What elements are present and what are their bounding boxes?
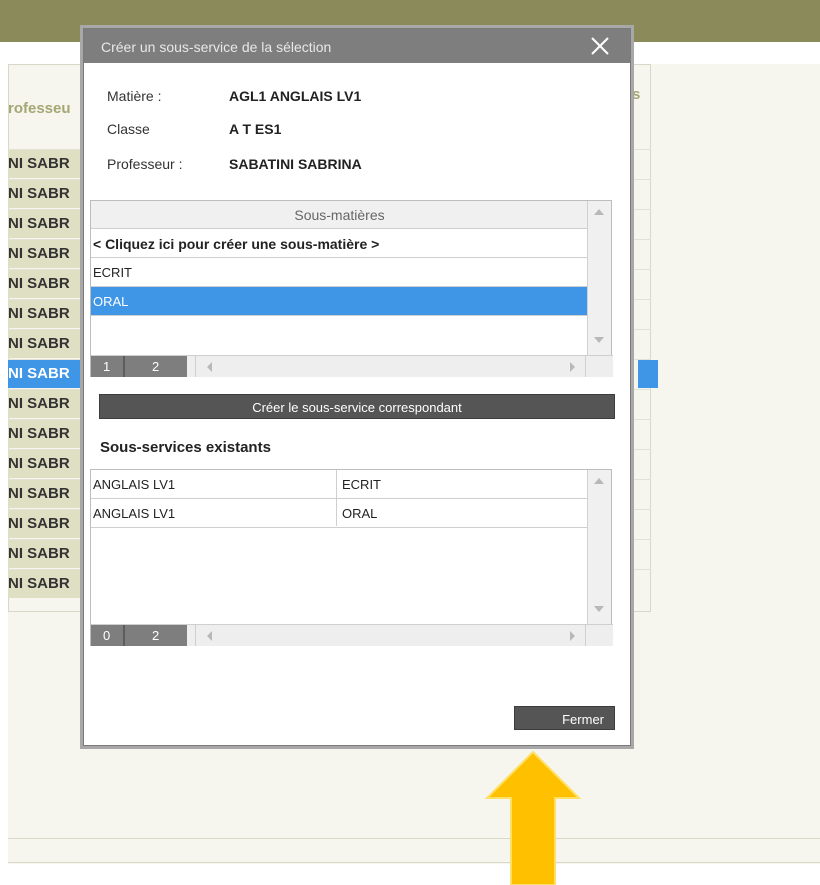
classe-value: A T ES1 [229,121,282,137]
sous-matieres-header: Sous-matières [91,201,588,229]
sous-matieres-footer: 1 2 [91,355,613,377]
vertical-scrollbar[interactable] [587,470,611,624]
scroll-down-icon[interactable] [594,337,604,343]
background-professor-cell: NI SABR [8,330,88,358]
classe-label: Classe [107,121,150,137]
create-sub-service-dialog: Créer un sous-service de la sélection Ma… [83,28,631,746]
vertical-scrollbar[interactable] [587,201,611,355]
background-professor-cell: NI SABR [8,270,88,298]
professeur-label: Professeur : [107,156,183,172]
divider [585,356,586,377]
divider [195,625,196,646]
background-professor-cell: NI SABR [8,300,88,328]
background-column-header-right: s [632,86,641,103]
background-professor-cell: NI SABR [8,180,88,208]
divider [8,862,820,863]
scroll-up-icon[interactable] [594,478,604,484]
sous-matiere-row-oral[interactable]: ORAL [91,287,588,316]
divider [123,625,125,646]
row-counter: 0 2 [91,625,187,646]
column-divider [336,470,337,526]
divider [195,356,196,377]
background-professor-cell: NI SABR [8,150,88,178]
service-cell: ANGLAIS LV1 [93,506,176,521]
background-professor-cell: NI SABR [8,510,88,538]
divider [585,625,586,646]
sous-matiere-row-ecrit[interactable]: ECRIT [91,258,588,287]
scroll-right-icon[interactable] [570,362,575,372]
sous-matieres-grid: Sous-matières < Cliquez ici pour créer u… [90,200,613,377]
background-professor-cell: NI SABR [8,240,88,268]
professeur-value: SABATINI SABRINA [229,156,362,172]
divider [123,356,125,377]
counter-total: 2 [152,628,160,643]
background-professor-cell: NI SABR [8,360,88,388]
scroll-down-icon[interactable] [594,606,604,612]
divider [8,838,820,839]
create-sub-service-button[interactable]: Créer le sous-service correspondant [99,394,615,419]
close-button[interactable]: Fermer [514,706,615,730]
row-counter: 1 2 [91,356,187,377]
background-professor-cell: NI SABR [8,210,88,238]
matiere-value: AGL1 ANGLAIS LV1 [229,88,362,104]
counter-selected: 1 [103,359,111,374]
existing-footer: 0 2 [91,624,613,646]
annotation-arrow-up-icon [484,750,582,885]
existing-sub-services-title: Sous-services existants [100,439,271,456]
close-icon[interactable] [589,35,611,57]
background-professor-cell: NI SABR [8,480,88,508]
background-professor-cell: NI SABR [8,390,88,418]
background-professor-cell: NI SABR [8,450,88,478]
selection-highlight [638,360,658,388]
background-column-header: rofesseu [8,100,71,117]
background-professor-cell: NI SABR [8,570,88,598]
service-cell: ANGLAIS LV1 [93,477,176,492]
background-professor-cell: NI SABR [8,420,88,448]
counter-selected: 0 [103,628,111,643]
dialog-title-bar: Créer un sous-service de la sélection [84,29,630,63]
scroll-up-icon[interactable] [594,209,604,215]
matiere-label: Matière : [107,88,162,104]
screen: rofesseu s NI SABR NI SABR NI SABR NI SABR N… [0,0,820,885]
scroll-right-icon[interactable] [570,631,575,641]
dialog-title: Créer un sous-service de la sélection [101,39,332,55]
sous-matiere-cell: ORAL [342,506,378,521]
sous-matiere-cell: ECRIT [342,477,381,492]
scroll-left-icon[interactable] [207,631,212,641]
table-row[interactable]: ANGLAIS LV1 ECRIT [91,470,588,499]
counter-total: 2 [152,359,160,374]
existing-sub-services-grid: ANGLAIS LV1 ECRIT ANGLAIS LV1 ORAL 0 2 [90,469,613,646]
create-sous-matiere-row[interactable]: < Cliquez ici pour créer une sous-matièr… [91,229,588,258]
background-professor-cell: NI SABR [8,540,88,568]
table-row[interactable]: ANGLAIS LV1 ORAL [91,499,588,528]
scroll-left-icon[interactable] [207,362,212,372]
